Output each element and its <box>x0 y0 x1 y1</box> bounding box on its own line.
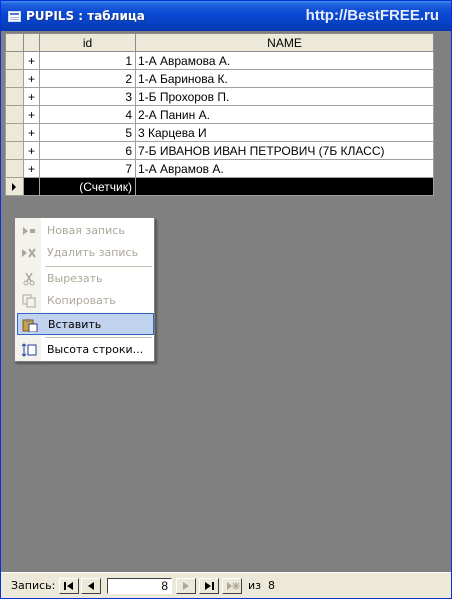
column-header-name[interactable]: NAME <box>135 33 434 52</box>
table-row[interactable]: +3 1-Б Прохоров П. <box>5 87 434 106</box>
new-record-row[interactable]: (Счетчик) <box>5 177 434 196</box>
new-record-nav-icon <box>227 582 240 590</box>
cell-id[interactable]: 2 <box>39 69 136 88</box>
cell-id[interactable]: 5 <box>39 123 136 142</box>
row-selector[interactable] <box>5 51 24 70</box>
expand-icon[interactable]: + <box>23 51 40 70</box>
cell-id[interactable]: (Счетчик) <box>39 177 136 196</box>
menu-separator <box>45 266 152 267</box>
menu-item-label: Удалить запись <box>47 246 139 259</box>
scissors-icon <box>21 272 37 286</box>
cell-name[interactable]: 1-А Аврамова А. <box>135 51 434 70</box>
paste-icon <box>22 318 38 333</box>
menu-separator <box>45 337 152 338</box>
menu-item-row-height[interactable]: Высота строки... <box>17 339 154 361</box>
title-bar[interactable]: PUPILS : таблица http://BestFREE.ru <box>1 1 451 31</box>
next-record-button[interactable] <box>176 578 196 594</box>
previous-record-button[interactable] <box>81 578 101 594</box>
cell-name[interactable]: 2-А Панин А. <box>135 105 434 124</box>
cell-name[interactable]: 1-А Баринова К. <box>135 69 434 88</box>
current-row-pointer-icon <box>12 183 16 192</box>
row-selector[interactable] <box>5 87 24 106</box>
table-row[interactable]: +1 1-А Аврамова А. <box>5 51 434 70</box>
table-window: PUPILS : таблица http://BestFREE.ru id N… <box>0 0 452 599</box>
total-records: 8 <box>268 579 275 592</box>
record-navigation-bar: Запись: 8 из 8 <box>1 572 451 598</box>
expand-icon[interactable]: + <box>23 141 40 160</box>
row-selector[interactable] <box>5 141 24 160</box>
previous-record-icon <box>88 582 94 590</box>
datasheet: id NAME +1 1-А Аврамова А. +2 1-А Баринова … <box>1 31 451 572</box>
record-label: Запись: <box>11 579 56 592</box>
row-selector[interactable] <box>5 177 24 196</box>
expand-icon[interactable]: + <box>23 69 40 88</box>
table-row[interactable]: +5 3 Карцева И <box>5 123 434 142</box>
menu-item-paste[interactable]: Вставить <box>17 313 154 335</box>
cell-name[interactable]: 7-Б ИВАНОВ ИВАН ПЕТРОВИЧ (7Б КЛАСС) <box>135 141 434 160</box>
last-record-icon <box>205 582 214 590</box>
cell-id[interactable]: 6 <box>39 141 136 160</box>
data-table: id NAME +1 1-А Аврамова А. +2 1-А Баринова … <box>5 33 434 196</box>
menu-item-label: Новая запись <box>47 224 125 237</box>
expand-cell <box>23 177 40 196</box>
header-row: id NAME <box>5 33 434 52</box>
row-selector[interactable] <box>5 69 24 88</box>
new-record-icon <box>21 224 37 238</box>
expand-icon[interactable]: + <box>23 123 40 142</box>
record-count: из 8 <box>248 579 275 592</box>
cell-id[interactable]: 1 <box>39 51 136 70</box>
select-all-corner[interactable] <box>5 33 24 52</box>
cell-name[interactable]: 3 Карцева И <box>135 123 434 142</box>
menu-item-copy[interactable]: Копировать <box>17 290 154 312</box>
next-record-icon <box>183 582 189 590</box>
window-title: PUPILS : таблица <box>26 9 145 23</box>
of-label: из <box>248 579 261 592</box>
menu-item-label: Высота строки... <box>47 343 144 356</box>
expand-header <box>23 33 40 52</box>
first-record-button[interactable] <box>59 578 79 594</box>
cell-id[interactable]: 3 <box>39 87 136 106</box>
table-icon <box>8 11 21 22</box>
row-selector[interactable] <box>5 159 24 178</box>
table-row[interactable]: +7 1-А Аврамов А. <box>5 159 434 178</box>
copy-icon <box>21 294 37 308</box>
context-menu: Новая запись Удалить запись Вырезать Коп <box>14 217 155 362</box>
expand-icon[interactable]: + <box>23 159 40 178</box>
last-record-button[interactable] <box>199 578 219 594</box>
delete-record-icon <box>21 246 37 260</box>
table-row[interactable]: +6 7-Б ИВАНОВ ИВАН ПЕТРОВИЧ (7Б КЛАСС) <box>5 141 434 160</box>
table-row[interactable]: +4 2-А Панин А. <box>5 105 434 124</box>
expand-icon[interactable]: + <box>23 105 40 124</box>
cell-id[interactable]: 4 <box>39 105 136 124</box>
watermark-text: http://BestFREE.ru <box>305 7 439 24</box>
cell-name[interactable] <box>135 177 434 196</box>
menu-item-label: Вставить <box>48 318 102 331</box>
expand-icon[interactable]: + <box>23 87 40 106</box>
menu-item-cut[interactable]: Вырезать <box>17 268 154 290</box>
current-record-field[interactable]: 8 <box>107 578 172 594</box>
menu-item-label: Вырезать <box>47 272 103 285</box>
menu-item-label: Копировать <box>47 294 116 307</box>
row-selector[interactable] <box>5 123 24 142</box>
menu-item-delete-record[interactable]: Удалить запись <box>17 242 154 264</box>
autonumber-placeholder: (Счетчик) <box>79 179 132 194</box>
menu-item-new-record[interactable]: Новая запись <box>17 220 154 242</box>
cell-name[interactable]: 1-Б Прохоров П. <box>135 87 434 106</box>
new-record-nav-button[interactable] <box>222 578 242 594</box>
row-selector[interactable] <box>5 105 24 124</box>
cell-id[interactable]: 7 <box>39 159 136 178</box>
row-height-icon <box>21 343 37 357</box>
column-header-id[interactable]: id <box>39 33 136 52</box>
cell-name[interactable]: 1-А Аврамов А. <box>135 159 434 178</box>
table-row[interactable]: +2 1-А Баринова К. <box>5 69 434 88</box>
first-record-icon <box>64 582 73 590</box>
